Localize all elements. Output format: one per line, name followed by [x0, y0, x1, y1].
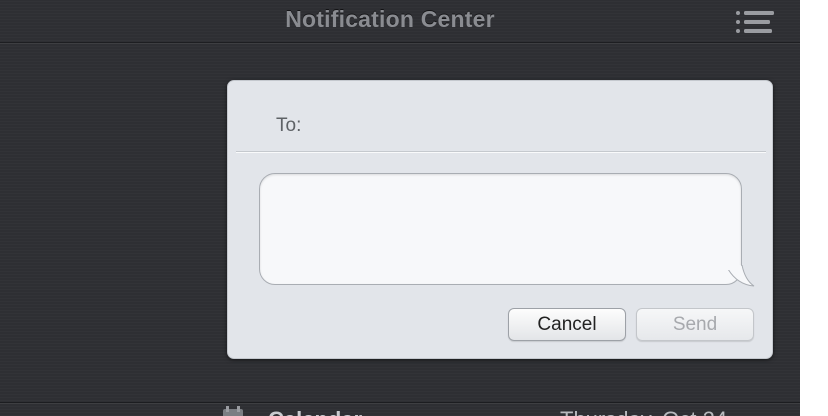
send-button[interactable]: Send [636, 308, 754, 341]
calendar-section-header: Calendar Thursday, Oct 24 [0, 404, 800, 416]
title-bar: Notification Center [0, 0, 800, 43]
to-field[interactable] [314, 109, 758, 143]
section-date: Thursday, Oct 24 [560, 407, 727, 416]
message-input[interactable] [259, 173, 742, 285]
list-icon[interactable] [735, 9, 777, 35]
compose-message-sheet: To: Cancel Send [227, 80, 773, 359]
desktop-edge [800, 0, 828, 416]
section-label: Calendar [268, 407, 362, 416]
calendar-icon [223, 406, 243, 416]
cancel-button[interactable]: Cancel [508, 308, 626, 341]
page-title: Notification Center [285, 6, 495, 32]
section-divider [0, 402, 800, 403]
divider [236, 151, 766, 152]
to-label: To: [276, 115, 302, 136]
speech-bubble-tail-icon [728, 265, 755, 287]
